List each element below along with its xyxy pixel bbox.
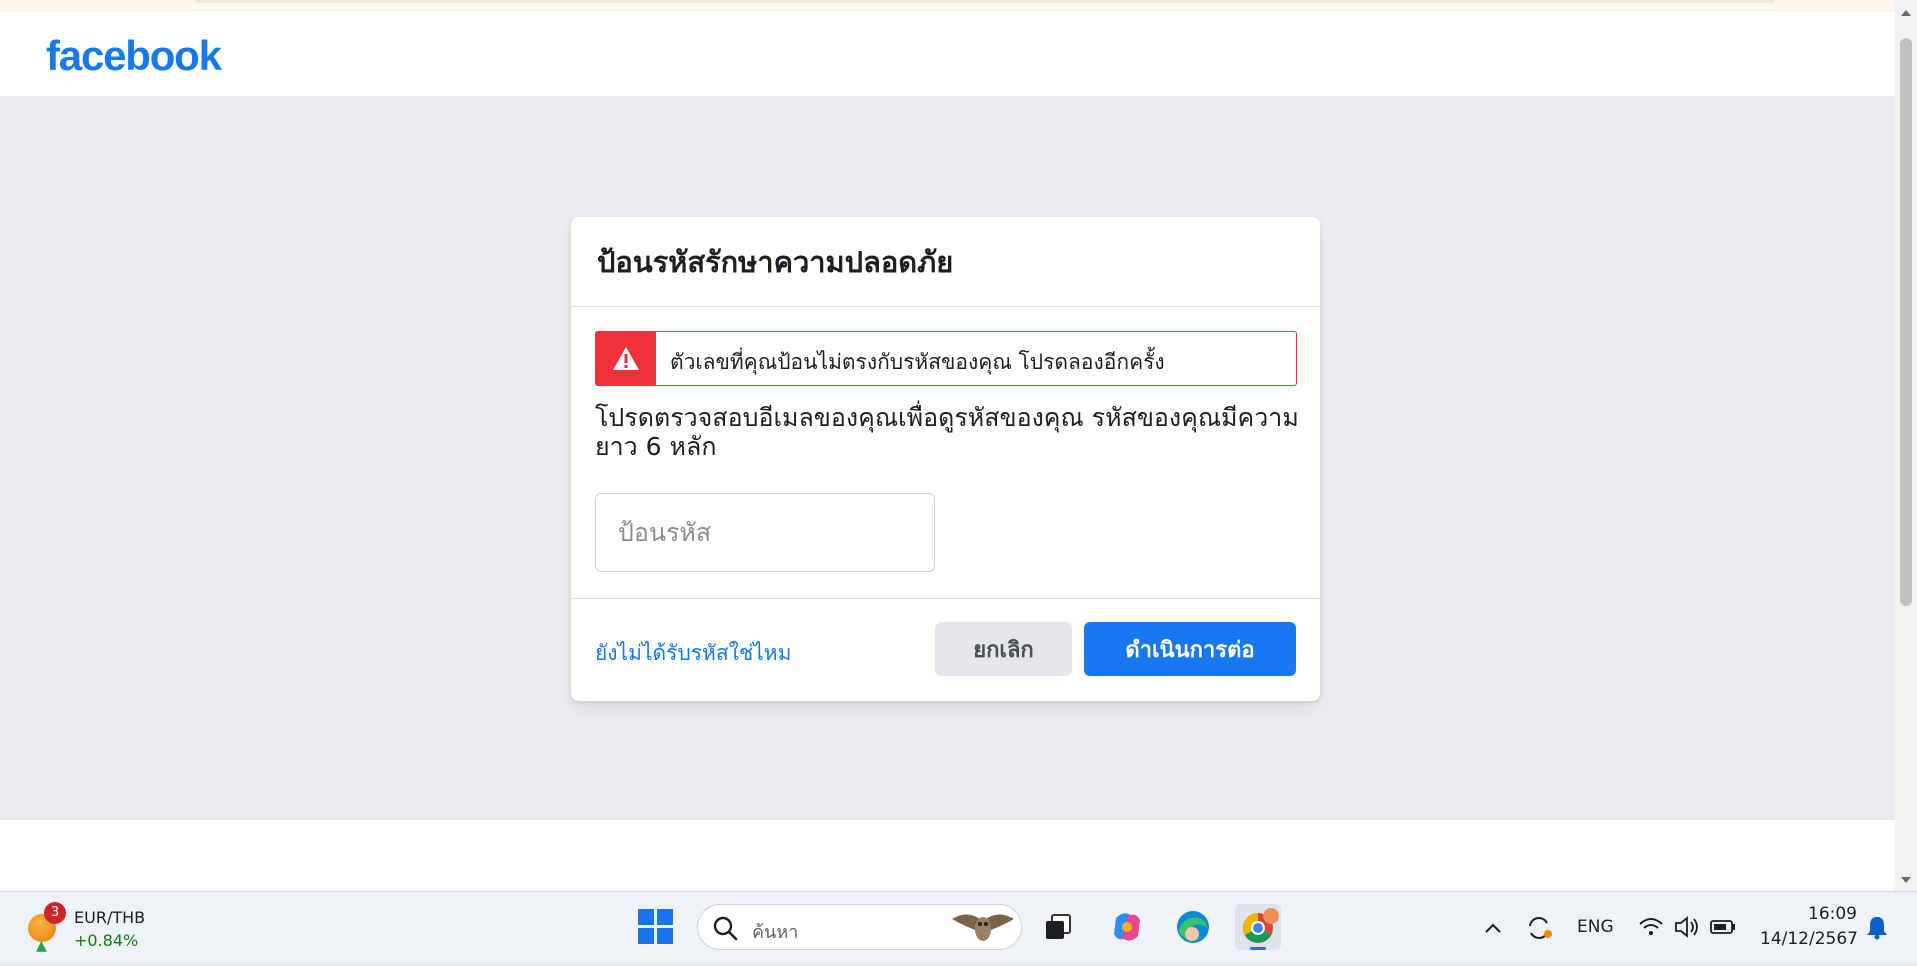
resend-code-link[interactable]: ยังไม่ได้รับรหัสใช่ไหม: [595, 637, 791, 670]
currency-pair: EUR/THB: [74, 908, 146, 927]
scroll-down-icon[interactable]: [1901, 877, 1911, 883]
task-view-icon[interactable]: [1035, 904, 1081, 950]
arrow-up-icon: ▲: [36, 938, 47, 954]
widget-badge: 3: [44, 902, 66, 924]
error-banner: ตัวเลขที่คุณป้อนไม่ตรงกับรหัสของคุณ โปรด…: [595, 331, 1297, 386]
taskbar-search[interactable]: ค้นหา: [697, 904, 1022, 950]
windows-taskbar: 3 ▲ EUR/THB +0.84% ค้นหา ENG 16:09 14/12…: [0, 891, 1917, 962]
page-scrollbar[interactable]: [1895, 0, 1917, 891]
volume-icon[interactable]: [1672, 892, 1702, 962]
footer-divider: [571, 598, 1320, 599]
scrollbar-thumb[interactable]: [1900, 38, 1912, 606]
clock-date[interactable]: 14/12/2567: [1760, 929, 1858, 949]
active-app-indicator: [1250, 947, 1266, 950]
wifi-icon[interactable]: [1636, 892, 1666, 962]
currency-change: +0.84%: [74, 931, 139, 950]
scroll-up-icon[interactable]: [1901, 10, 1911, 16]
start-icon[interactable]: [638, 909, 674, 945]
currency-widget[interactable]: 3 ▲ EUR/THB +0.84%: [24, 902, 164, 954]
sync-icon[interactable]: [1522, 892, 1556, 962]
language-indicator[interactable]: ENG: [1577, 917, 1614, 937]
owl-icon: [952, 914, 1014, 941]
facebook-header: facebook: [0, 12, 1895, 96]
search-icon: [713, 916, 738, 941]
chevron-up-icon[interactable]: [1478, 892, 1508, 962]
continue-button[interactable]: ดำเนินการต่อ: [1084, 622, 1296, 676]
page-footer-area: [0, 820, 1895, 891]
title-divider: [571, 306, 1320, 307]
browser-top-bar: [195, 0, 1775, 3]
search-placeholder: ค้นหา: [752, 922, 799, 943]
security-code-input[interactable]: [595, 493, 935, 572]
security-code-dialog: ป้อนรหัสรักษาความปลอดภัย ตัวเลขที่คุณป้อ…: [571, 217, 1320, 701]
chrome-icon[interactable]: [1235, 904, 1281, 950]
error-message: ตัวเลขที่คุณป้อนไม่ตรงกับรหัสของคุณ โปรด…: [670, 350, 1165, 374]
dialog-title: ป้อนรหัสรักษาความปลอดภัย: [597, 245, 954, 279]
clock-time[interactable]: 16:09: [1808, 904, 1857, 924]
facebook-logo[interactable]: facebook: [46, 32, 222, 80]
copilot-icon[interactable]: [1104, 904, 1150, 950]
bell-icon[interactable]: [1862, 892, 1892, 962]
cancel-button[interactable]: ยกเลิก: [935, 622, 1072, 676]
battery-icon[interactable]: [1708, 892, 1738, 962]
instructions-text: โปรดตรวจสอบอีเมลของคุณเพื่อดูรหัสของคุณ …: [595, 403, 1299, 461]
warning-icon: [596, 332, 656, 385]
edge-icon[interactable]: [1170, 904, 1216, 950]
